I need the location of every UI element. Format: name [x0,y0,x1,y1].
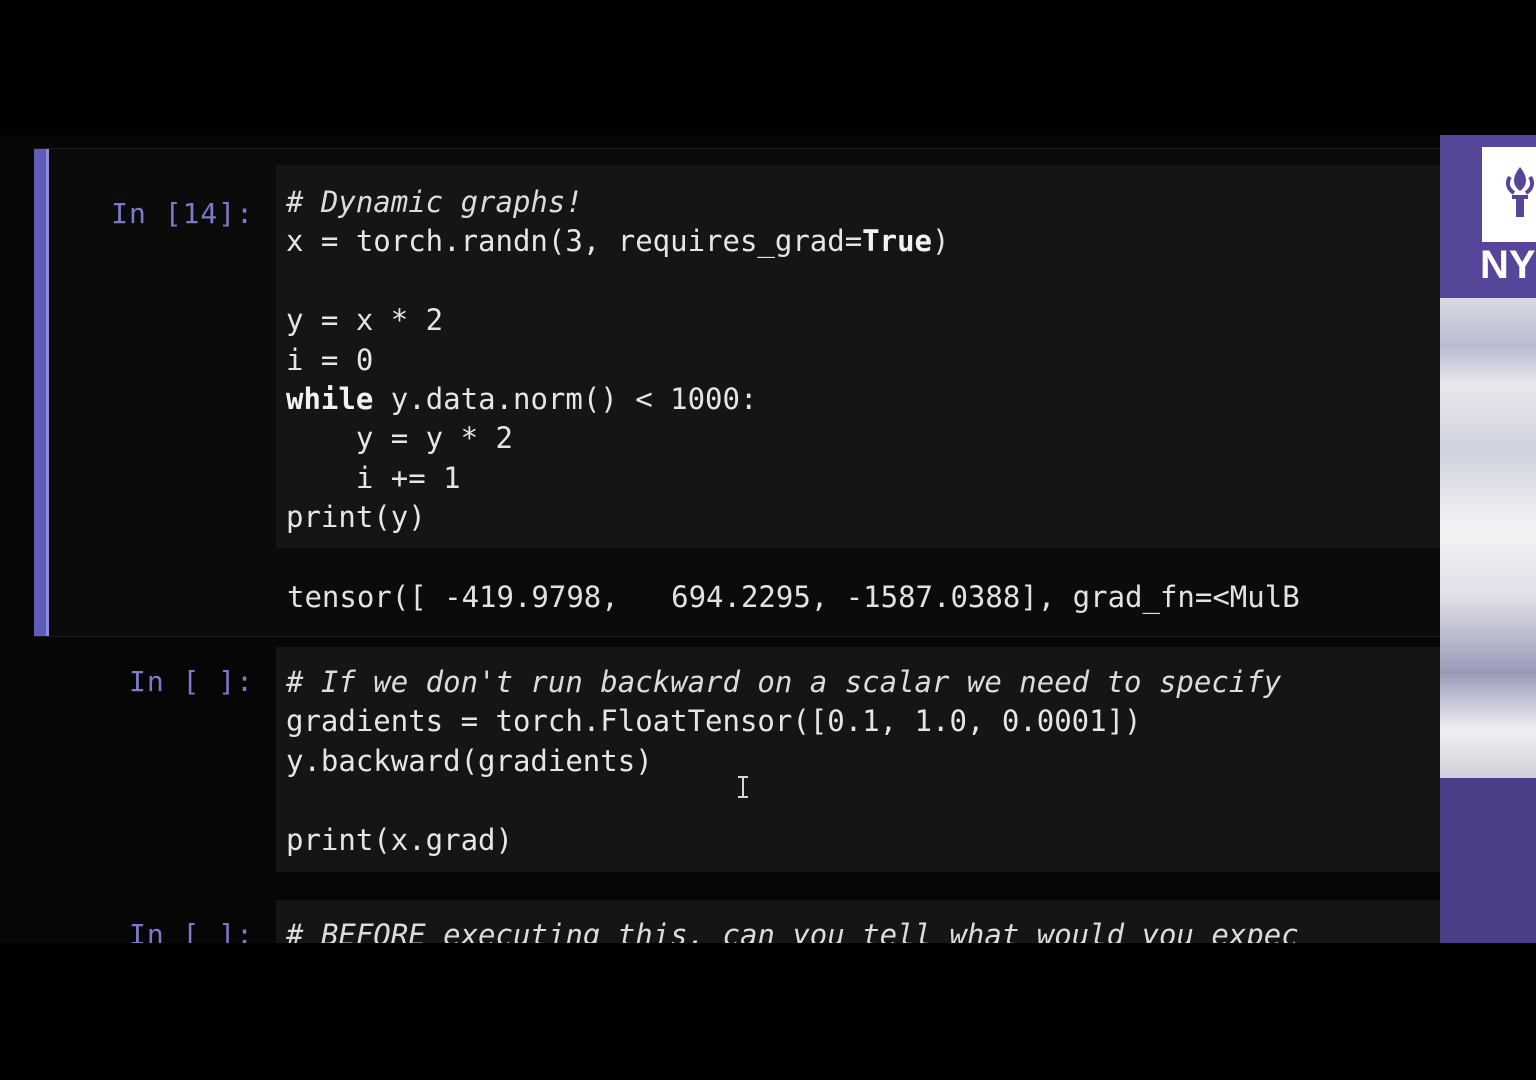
notebook-area: In [14]: # Dynamic graphs! x = torch.ran… [0,135,1440,943]
input-prompt: In [14]: [111,197,254,230]
cell-selection-bar [34,149,49,636]
code-cell[interactable]: In [ ]: # BEFORE executing this, can you… [34,898,1440,943]
input-prompt: In [ ]: [128,665,254,698]
code-block: # Dynamic graphs! x = torch.randn(3, req… [286,183,949,538]
logo: NY [1440,135,1536,298]
code-cell-selected[interactable]: In [14]: # Dynamic graphs! x = torch.ran… [34,148,1440,637]
code-line: print(y) [286,500,426,535]
text-cursor-icon [738,776,748,798]
code-input-area[interactable]: # BEFORE executing this, can you tell wh… [276,900,1440,943]
code-input-area[interactable]: # Dynamic graphs! x = torch.randn(3, req… [276,165,1440,548]
webcam-view [1440,298,1536,778]
code-cell[interactable]: In [ ]: # If we don't run backward on a … [34,645,1440,875]
side-panel: NY [1440,135,1536,943]
input-prompt: In [ ]: [128,918,254,943]
code-line: y.backward(gradients) [286,743,653,778]
code-line: x = torch.randn(3, requires_grad=True) [286,224,950,259]
code-comment: # If we don't run backward on a scalar w… [286,665,1282,699]
code-comment: # BEFORE executing this, can you tell wh… [286,918,1299,943]
code-line: i = 0 [286,342,374,377]
code-block: # BEFORE executing this, can you tell wh… [286,916,1299,943]
code-line: i += 1 [286,460,461,495]
code-input-area[interactable]: # If we don't run backward on a scalar w… [276,647,1440,872]
code-line: print(x.grad) [286,822,513,857]
code-block: # If we don't run backward on a scalar w… [286,663,1281,860]
code-line: y = y * 2 [286,421,513,456]
logo-text: NY [1480,243,1536,287]
code-comment: # Dynamic graphs! [286,185,583,219]
code-line: while y.data.norm() < 1000: [286,382,758,417]
code-line: y = x * 2 [286,303,444,338]
screen: In [14]: # Dynamic graphs! x = torch.ran… [0,0,1536,1080]
code-line: gradients = torch.FloatTensor([0.1, 1.0,… [286,704,1142,739]
cell-output: tensor([ -419.9798, 694.2295, -1587.0388… [287,580,1300,614]
webcam-bottom [1440,778,1536,943]
torch-logo-icon [1482,147,1536,242]
